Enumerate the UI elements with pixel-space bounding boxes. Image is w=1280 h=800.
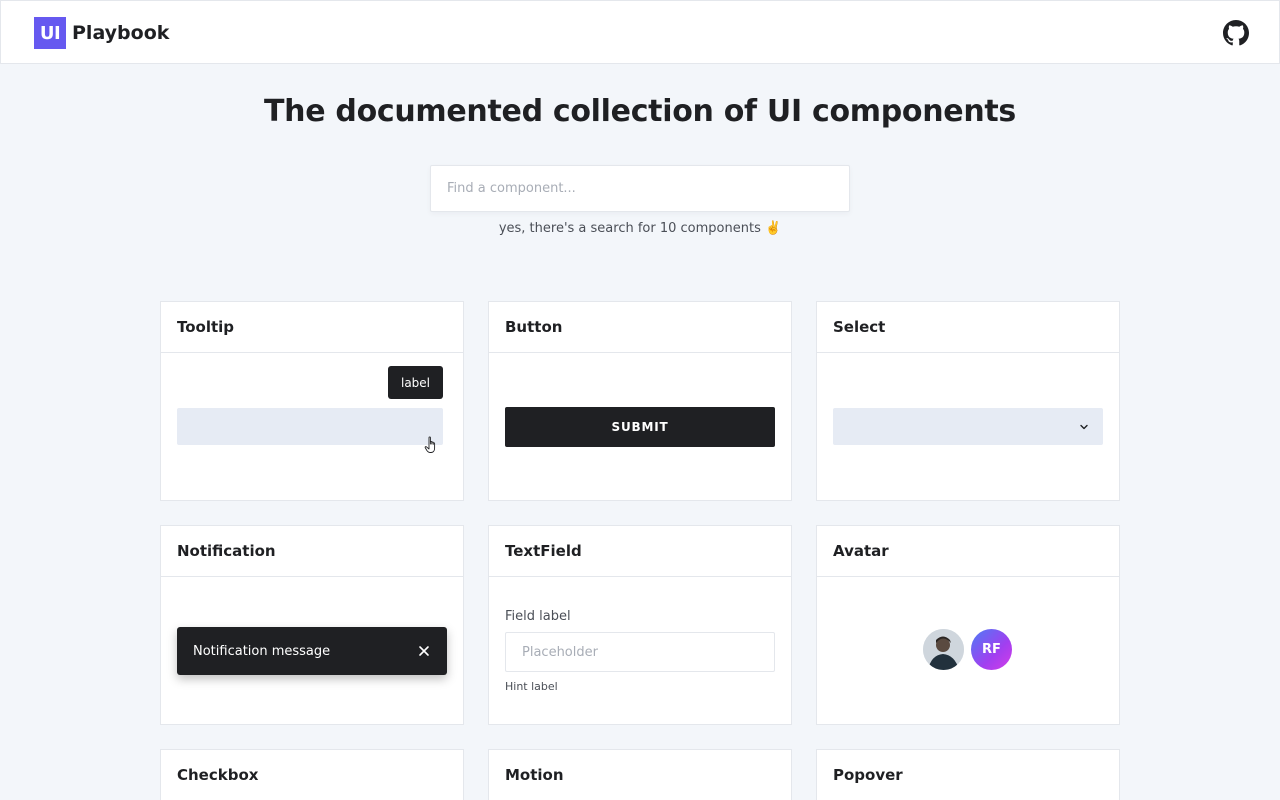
card-title: TextField	[489, 526, 791, 577]
logo-text: Playbook	[72, 22, 170, 44]
card-preview	[817, 353, 1119, 500]
person-photo-icon	[923, 629, 964, 670]
page-title: The documented collection of UI componen…	[263, 94, 1016, 129]
field-label: Field label	[505, 609, 571, 624]
card-title: Tooltip	[161, 302, 463, 353]
notification-message: Notification message	[193, 643, 331, 659]
card-preview: SUBMIT	[489, 353, 791, 500]
card-textfield[interactable]: TextField Field label Hint label	[488, 525, 792, 725]
card-select[interactable]: Select	[816, 301, 1120, 501]
card-preview: Field label Hint label	[489, 577, 791, 724]
submit-button[interactable]: SUBMIT	[505, 407, 775, 447]
hand-cursor-icon	[424, 436, 436, 453]
card-button[interactable]: Button SUBMIT	[488, 301, 792, 501]
text-field[interactable]	[505, 632, 775, 672]
search-input[interactable]	[430, 165, 850, 212]
github-icon[interactable]	[1223, 20, 1249, 46]
logo[interactable]: UI Playbook	[34, 17, 169, 49]
card-title: Notification	[161, 526, 463, 577]
top-bar: UI Playbook	[0, 0, 1280, 64]
notification-toast: Notification message	[177, 627, 447, 675]
card-title: Select	[817, 302, 1119, 353]
card-title: Motion	[489, 750, 791, 800]
select-dropdown[interactable]	[833, 408, 1103, 445]
card-title: Popover	[817, 750, 1119, 800]
card-popover[interactable]: Popover	[816, 749, 1120, 800]
tooltip-target[interactable]	[177, 408, 443, 445]
card-tooltip[interactable]: Tooltip label	[160, 301, 464, 501]
avatar-photo	[923, 629, 964, 670]
field-hint: Hint label	[505, 680, 558, 693]
card-checkbox[interactable]: Checkbox	[160, 749, 464, 800]
close-icon[interactable]	[418, 645, 430, 657]
search-hint: yes, there's a search for 10 components …	[498, 221, 782, 236]
card-preview: RF	[817, 577, 1119, 724]
tooltip-bubble: label	[388, 366, 443, 399]
card-title: Avatar	[817, 526, 1119, 577]
chevron-down-icon	[1080, 424, 1088, 430]
card-notification[interactable]: Notification Notification message	[160, 525, 464, 725]
card-title: Button	[489, 302, 791, 353]
card-preview: label	[161, 353, 463, 500]
card-preview: Notification message	[161, 577, 463, 724]
card-title: Checkbox	[161, 750, 463, 800]
card-motion[interactable]: Motion	[488, 749, 792, 800]
card-avatar[interactable]: Avatar RF	[816, 525, 1120, 725]
logo-mark: UI	[34, 17, 66, 49]
avatar-initials: RF	[971, 629, 1012, 670]
